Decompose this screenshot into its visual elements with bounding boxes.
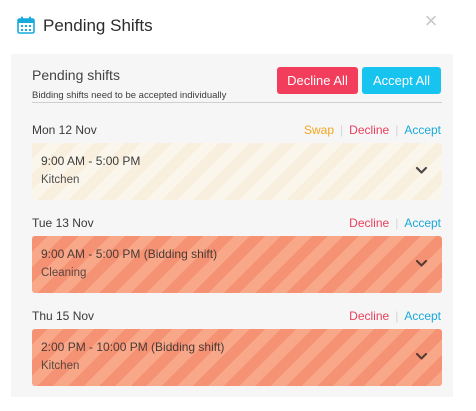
shift-location: Cleaning <box>41 267 87 279</box>
chevron-down-icon[interactable] <box>415 257 428 270</box>
pending-subtitle: Bidding shifts need to be accepted indiv… <box>32 90 227 101</box>
shift-card[interactable]: 9:00 AM - 5:00 PM Kitchen <box>32 143 442 200</box>
day-actions: Decline | Accept <box>349 309 441 323</box>
calendar-icon <box>17 16 35 34</box>
decline-link[interactable]: Decline <box>349 123 389 137</box>
decline-all-button[interactable]: Decline All <box>277 67 358 94</box>
chevron-down-icon[interactable] <box>415 350 428 363</box>
shift-location: Kitchen <box>41 360 80 372</box>
decline-link[interactable]: Decline <box>349 216 389 230</box>
pending-heading: Pending shifts <box>32 67 120 83</box>
day-actions: Swap | Decline | Accept <box>304 123 441 137</box>
separator: | <box>395 123 399 137</box>
accept-all-button[interactable]: Accept All <box>362 67 441 94</box>
accept-link[interactable]: Accept <box>404 309 441 323</box>
accept-link[interactable]: Accept <box>404 216 441 230</box>
chevron-down-icon[interactable] <box>415 164 428 177</box>
close-icon[interactable]: × <box>420 10 442 32</box>
shift-card[interactable]: 2:00 PM - 10:00 PM (Bidding shift) Kitch… <box>32 329 442 386</box>
shift-card[interactable]: 9:00 AM - 5:00 PM (Bidding shift) Cleani… <box>32 236 442 293</box>
swap-link[interactable]: Swap <box>304 123 334 137</box>
shift-time: 2:00 PM - 10:00 PM (Bidding shift) <box>41 340 225 354</box>
day-label: Tue 13 Nov <box>32 216 94 230</box>
shift-location: Kitchen <box>41 174 80 186</box>
shift-time: 9:00 AM - 5:00 PM (Bidding shift) <box>41 247 218 261</box>
day-label: Mon 12 Nov <box>32 123 97 137</box>
shift-time: 9:00 AM - 5:00 PM <box>41 154 141 168</box>
separator: | <box>395 216 399 230</box>
divider <box>32 102 442 103</box>
separator: | <box>340 123 344 137</box>
day-label: Thu 15 Nov <box>32 309 95 323</box>
separator: | <box>395 309 399 323</box>
modal-header: Pending Shifts × <box>0 0 476 52</box>
accept-link[interactable]: Accept <box>404 123 441 137</box>
modal-title: Pending Shifts <box>43 16 153 35</box>
day-actions: Decline | Accept <box>349 216 441 230</box>
decline-link[interactable]: Decline <box>349 309 389 323</box>
